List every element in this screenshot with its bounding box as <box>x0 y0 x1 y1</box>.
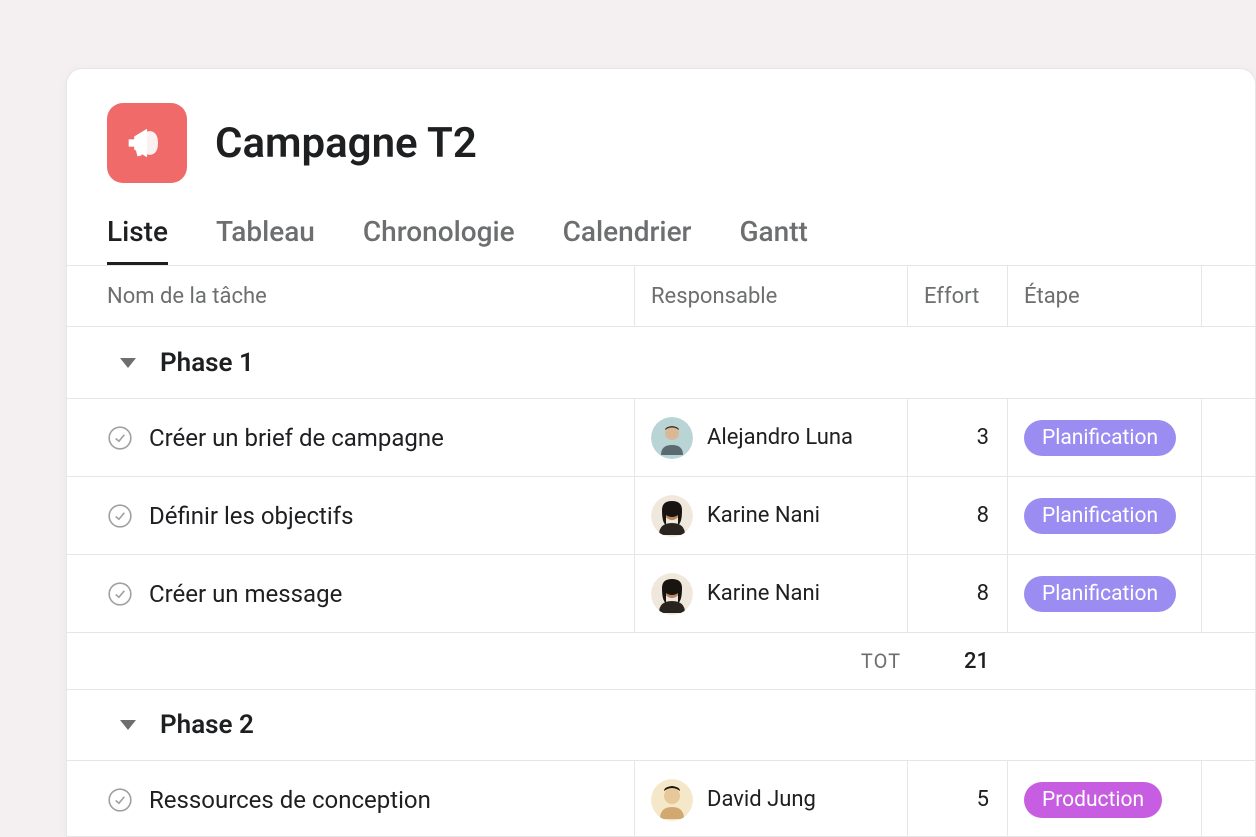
view-tabs: Liste Tableau Chronologie Calendrier Gan… <box>67 183 1255 265</box>
task-extra-cell <box>1201 555 1255 632</box>
task-effort-cell[interactable]: 8 <box>907 555 1007 632</box>
section-header-phase-2[interactable]: Phase 2 <box>67 689 1255 761</box>
table-header: Nom de la tâche Responsable Effort Étape <box>67 265 1255 327</box>
tab-gantt[interactable]: Gantt <box>739 215 807 265</box>
task-row[interactable]: Créer un message Karine Nani 8 Planifica… <box>67 555 1255 633</box>
avatar <box>651 779 693 821</box>
task-name: Créer un brief de campagne <box>149 424 444 452</box>
task-name-cell: Définir les objectifs <box>67 477 634 554</box>
megaphone-icon <box>125 121 169 165</box>
task-responsible-cell[interactable]: David Jung <box>634 761 907 837</box>
tab-tableau[interactable]: Tableau <box>216 215 315 265</box>
check-circle-icon[interactable] <box>107 425 133 451</box>
avatar <box>651 573 693 615</box>
task-name: Ressources de conception <box>149 786 431 814</box>
tab-chronologie[interactable]: Chronologie <box>363 215 515 265</box>
column-header-name[interactable]: Nom de la tâche <box>67 284 634 309</box>
stage-badge: Planification <box>1024 498 1176 534</box>
stage-badge: Planification <box>1024 420 1176 456</box>
task-row[interactable]: Créer un brief de campagne Alejandro Lun… <box>67 399 1255 477</box>
task-effort-cell[interactable]: 8 <box>907 477 1007 554</box>
task-effort-cell[interactable]: 3 <box>907 399 1007 476</box>
task-name-cell: Ressources de conception <box>67 761 634 837</box>
column-header-effort[interactable]: Effort <box>907 266 1007 326</box>
responsible-name: Karine Nani <box>707 581 820 606</box>
task-responsible-cell[interactable]: Karine Nani <box>634 555 907 632</box>
responsible-name: Karine Nani <box>707 503 820 528</box>
total-value: 21 <box>907 649 1007 674</box>
project-header: Campagne T2 <box>67 69 1255 183</box>
project-window: Campagne T2 Liste Tableau Chronologie Ca… <box>66 68 1256 837</box>
task-name: Créer un message <box>149 580 342 608</box>
section-header-phase-1[interactable]: Phase 1 <box>67 327 1255 399</box>
caret-down-icon <box>120 358 136 368</box>
check-circle-icon[interactable] <box>107 787 133 813</box>
avatar <box>651 417 693 459</box>
project-icon-container[interactable] <box>107 103 187 183</box>
task-name-cell: Créer un brief de campagne <box>67 399 634 476</box>
task-stage-cell[interactable]: Planification <box>1007 477 1201 554</box>
task-stage-cell[interactable]: Production <box>1007 761 1201 837</box>
task-stage-cell[interactable]: Planification <box>1007 399 1201 476</box>
task-extra-cell <box>1201 477 1255 554</box>
project-title: Campagne T2 <box>215 119 477 168</box>
task-extra-cell <box>1201 399 1255 476</box>
responsible-name: David Jung <box>707 787 816 812</box>
tab-liste[interactable]: Liste <box>107 215 168 265</box>
task-name: Définir les objectifs <box>149 502 353 530</box>
stage-badge: Production <box>1024 782 1162 818</box>
section-total-row: TOT 21 <box>67 633 1255 689</box>
total-label: TOT <box>67 649 907 673</box>
column-header-extra <box>1201 266 1255 326</box>
check-circle-icon[interactable] <box>107 581 133 607</box>
column-header-responsible[interactable]: Responsable <box>634 266 907 326</box>
task-responsible-cell[interactable]: Karine Nani <box>634 477 907 554</box>
tab-calendrier[interactable]: Calendrier <box>563 215 692 265</box>
task-name-cell: Créer un message <box>67 555 634 632</box>
section-title: Phase 1 <box>160 348 254 378</box>
task-extra-cell <box>1201 761 1255 837</box>
responsible-name: Alejandro Luna <box>707 425 853 450</box>
caret-down-icon <box>120 720 136 730</box>
task-row[interactable]: Définir les objectifs Karine Nani 8 Plan… <box>67 477 1255 555</box>
check-circle-icon[interactable] <box>107 503 133 529</box>
avatar <box>651 495 693 537</box>
section-title: Phase 2 <box>160 710 254 740</box>
column-header-stage[interactable]: Étape <box>1007 266 1201 326</box>
task-row[interactable]: Ressources de conception David Jung 5 Pr… <box>67 761 1255 837</box>
task-effort-cell[interactable]: 5 <box>907 761 1007 837</box>
task-responsible-cell[interactable]: Alejandro Luna <box>634 399 907 476</box>
stage-badge: Planification <box>1024 576 1176 612</box>
task-stage-cell[interactable]: Planification <box>1007 555 1201 632</box>
